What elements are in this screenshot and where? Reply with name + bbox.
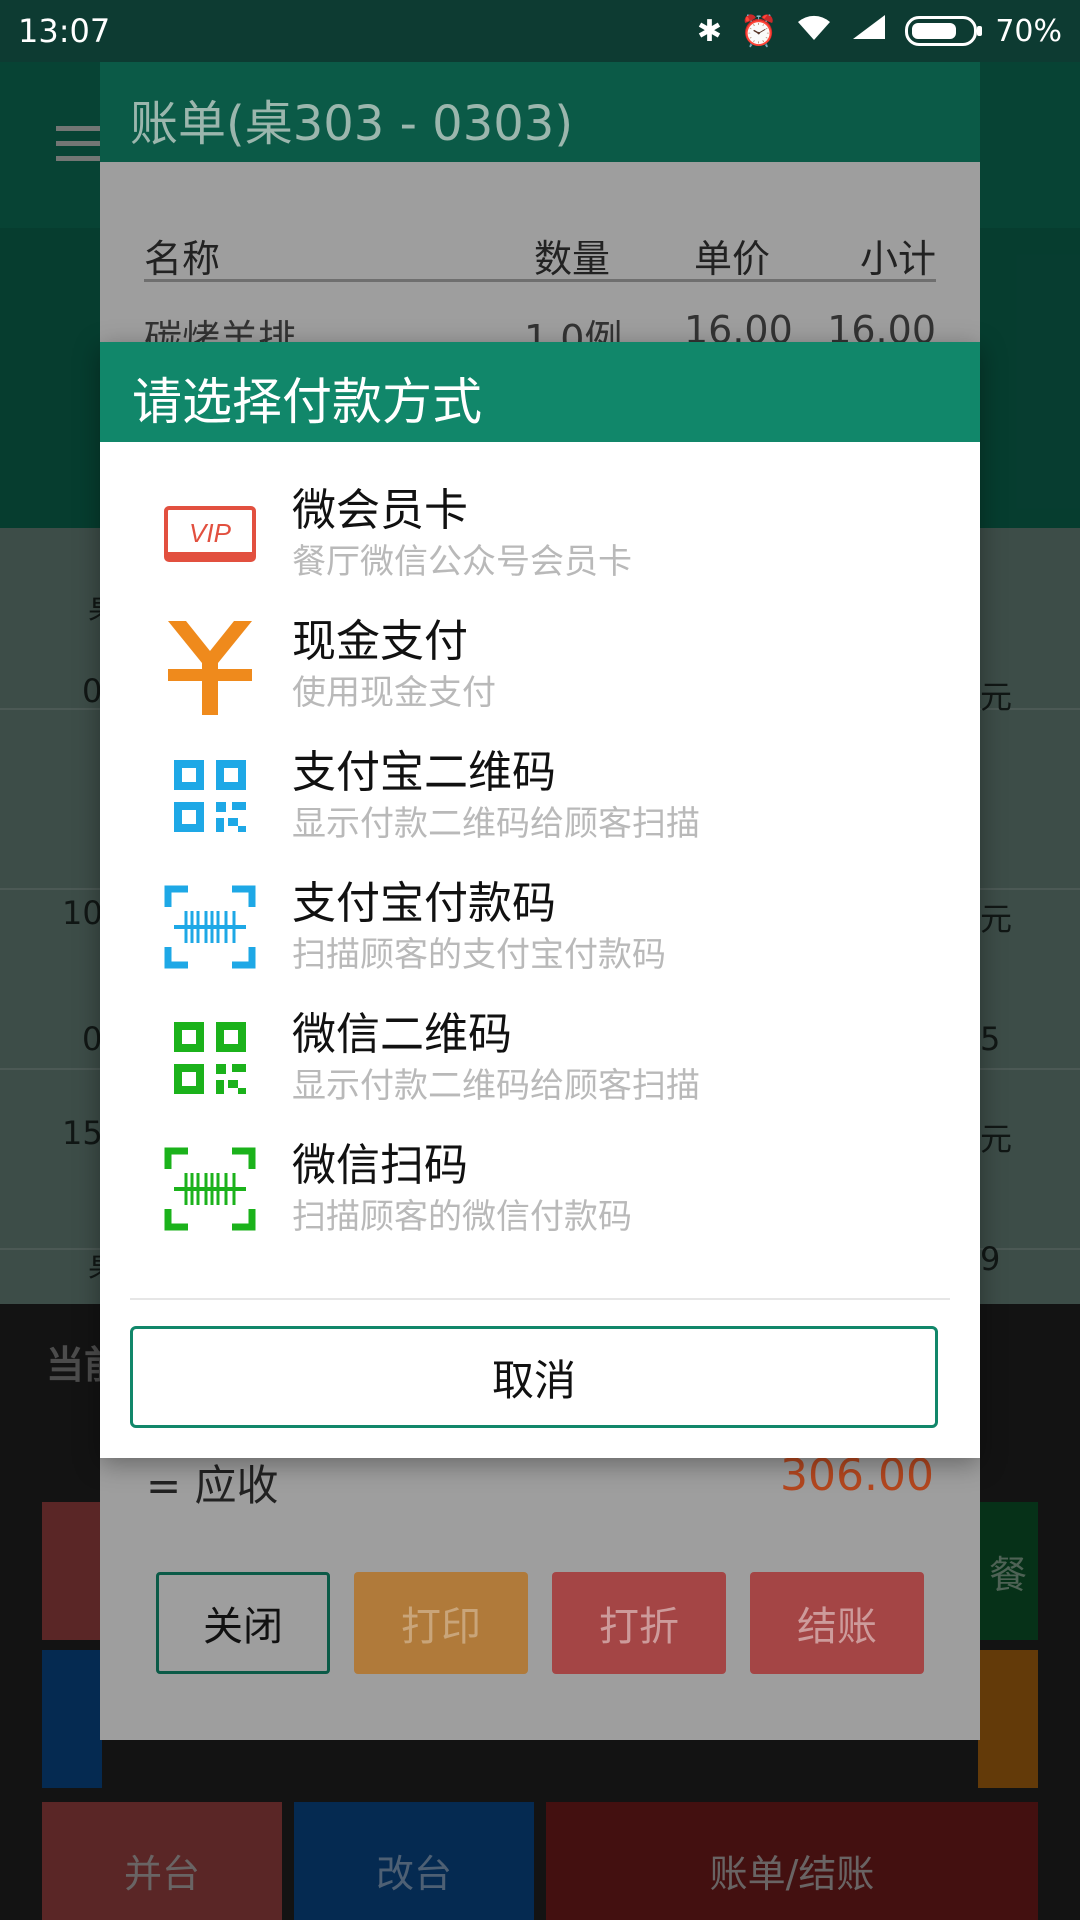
battery-percent: 70% (995, 13, 1062, 49)
method-name: 微信二维码 (292, 1009, 512, 1060)
discount-button[interactable]: 打折 (552, 1572, 726, 1674)
dialog-title: 请选择付款方式 (100, 342, 980, 442)
method-name: 微会员卡 (292, 485, 468, 536)
method-desc: 扫描顾客的支付宝付款码 (292, 935, 666, 975)
qr-code-icon (160, 1008, 260, 1108)
barcode-scan-icon (160, 1139, 260, 1239)
bill-title: 账单(桌303 - 0303) (100, 62, 980, 162)
method-desc: 使用现金支付 (292, 673, 496, 713)
alarm-icon: ⏰ (739, 13, 778, 49)
bill-table-header: 名称 数量 单价 小计 (144, 222, 936, 282)
print-button[interactable]: 打印 (354, 1572, 528, 1674)
col-name: 名称 (144, 237, 221, 281)
payment-method-dialog: 请选择付款方式 VIP 微会员卡 餐厅微信公众号会员卡 现金支付 使用现金支付 … (100, 342, 980, 1458)
vip-card-icon: VIP (160, 484, 260, 584)
method-desc: 显示付款二维码给顾客扫描 (292, 804, 700, 844)
wifi-icon (795, 12, 833, 50)
payment-option-alipay-scan[interactable]: 支付宝付款码 扫描顾客的支付宝付款码 (100, 855, 980, 986)
qr-code-icon (160, 746, 260, 846)
payment-method-list: VIP 微会员卡 餐厅微信公众号会员卡 现金支付 使用现金支付 支付宝二维码 显… (100, 462, 980, 1248)
method-name: 现金支付 (292, 616, 468, 667)
battery-icon (905, 16, 983, 46)
divider (130, 1298, 950, 1300)
method-desc: 餐厅微信公众号会员卡 (292, 542, 632, 582)
method-desc: 扫描顾客的微信付款码 (292, 1197, 632, 1237)
method-desc: 显示付款二维码给顾客扫描 (292, 1066, 700, 1106)
method-name: 支付宝二维码 (292, 747, 556, 798)
checkout-button[interactable]: 结账 (750, 1572, 924, 1674)
payment-option-wechat-qr[interactable]: 微信二维码 显示付款二维码给顾客扫描 (100, 986, 980, 1117)
method-name: 微信扫码 (292, 1140, 468, 1191)
col-price: 单价 (694, 237, 771, 281)
svg-text:VIP: VIP (189, 518, 232, 548)
signal-icon (851, 13, 887, 49)
clock: 13:07 (18, 12, 111, 50)
payment-option-wechat-scan[interactable]: 微信扫码 扫描顾客的微信付款码 (100, 1117, 980, 1248)
payment-option-alipay-qr[interactable]: 支付宝二维码 显示付款二维码给顾客扫描 (100, 724, 980, 855)
col-subtotal: 小计 (859, 237, 936, 281)
yuan-icon (160, 615, 260, 715)
bluetooth-icon: ✱ (696, 13, 722, 49)
barcode-scan-icon (160, 877, 260, 977)
col-qty: 数量 (534, 237, 611, 281)
cancel-button[interactable]: 取消 (130, 1326, 938, 1428)
payment-option-cash[interactable]: 现金支付 使用现金支付 (100, 593, 980, 724)
status-bar: 13:07 ✱ ⏰ 70% (0, 0, 1080, 62)
method-name: 支付宝付款码 (292, 878, 556, 929)
due-label: = 应收 (146, 1461, 279, 1510)
close-button[interactable]: 关闭 (156, 1572, 330, 1674)
payment-option-vip-card[interactable]: VIP 微会员卡 餐厅微信公众号会员卡 (100, 462, 980, 593)
